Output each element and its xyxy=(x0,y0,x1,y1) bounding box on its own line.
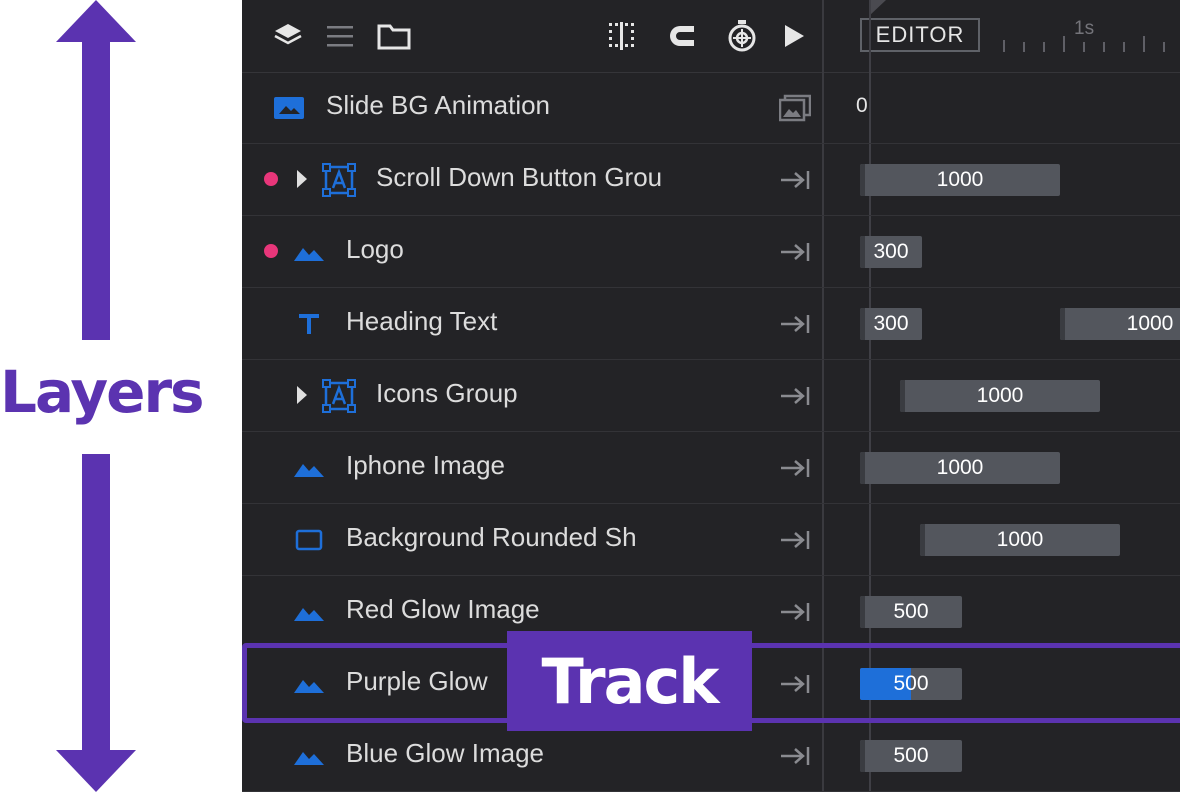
track-label: Track xyxy=(507,631,752,731)
layer-name: Icons Group xyxy=(376,378,518,408)
layer-row[interactable]: Heading Text 300 1000 xyxy=(242,288,1180,360)
bar-grip[interactable] xyxy=(900,380,905,412)
bar-grip[interactable] xyxy=(860,596,865,628)
timeline-bar[interactable]: 500 xyxy=(860,596,962,628)
layers-label: Layers xyxy=(0,358,205,426)
image-icon xyxy=(292,740,326,772)
align-end-icon[interactable] xyxy=(778,596,812,628)
layers-annotation: Layers xyxy=(0,0,242,792)
editor-button[interactable]: EDITOR xyxy=(860,18,980,52)
bar-grip[interactable] xyxy=(920,524,925,556)
bar-duration: 500 xyxy=(893,672,929,695)
layer-item[interactable]: Icons Group xyxy=(242,360,822,431)
timeline-bar[interactable]: 1000 xyxy=(900,380,1100,412)
stopwatch-icon[interactable] xyxy=(724,18,760,54)
image-icon xyxy=(292,236,326,268)
slide-bg-time: 0 xyxy=(856,94,868,117)
bar-duration: 500 xyxy=(893,744,929,767)
grid-snap-icon[interactable] xyxy=(604,18,640,54)
layers-toolbar xyxy=(242,0,822,73)
slide-bg-layer[interactable]: Slide BG Animation xyxy=(242,72,822,143)
bar-grip[interactable] xyxy=(860,740,865,772)
bar-duration: 500 xyxy=(893,600,929,623)
timeline-bar[interactable]: 1000 xyxy=(860,452,1060,484)
timeline-bar[interactable]: 1000 xyxy=(920,524,1120,556)
marker-dot-icon xyxy=(264,172,278,186)
align-end-icon[interactable] xyxy=(778,452,812,484)
bar-duration: 1000 xyxy=(976,384,1024,407)
bar-duration: 1000 xyxy=(1126,312,1174,335)
play-icon[interactable] xyxy=(776,18,812,54)
timeline-bar[interactable]: 300 xyxy=(860,308,922,340)
layer-item[interactable]: Scroll Down Button Grou xyxy=(242,144,822,215)
align-end-icon[interactable] xyxy=(778,236,812,268)
bar-grip[interactable] xyxy=(860,164,865,196)
layer-item[interactable]: Heading Text xyxy=(242,288,822,359)
arrow-down-icon xyxy=(56,750,136,792)
layer-name: Logo xyxy=(346,234,404,264)
arrow-shaft-top xyxy=(82,40,110,340)
magnet-icon[interactable] xyxy=(664,18,700,54)
timeline-bar[interactable]: 300 xyxy=(860,236,922,268)
bar-duration: 300 xyxy=(873,312,909,335)
layer-name: Red Glow Image xyxy=(346,594,540,624)
align-end-icon[interactable] xyxy=(778,524,812,556)
shape-icon xyxy=(292,524,326,556)
layer-item[interactable]: Background Rounded Sh xyxy=(242,504,822,575)
bar-duration: 1000 xyxy=(936,168,984,191)
layer-name: Background Rounded Sh xyxy=(346,522,637,552)
layer-name: Blue Glow Image xyxy=(346,738,544,768)
bar-grip[interactable] xyxy=(1060,308,1065,340)
text-icon xyxy=(292,308,326,340)
bar-grip[interactable] xyxy=(860,452,865,484)
timeline-ruler: EDITOR 1s xyxy=(824,0,1180,73)
slide-bg-row[interactable]: Slide BG Animation 0 xyxy=(242,72,1180,144)
folder-icon[interactable] xyxy=(376,18,412,54)
layer-item[interactable]: Iphone Image xyxy=(242,432,822,503)
group-icon xyxy=(322,163,356,197)
images-stack-icon[interactable] xyxy=(778,92,812,124)
layers-icon[interactable] xyxy=(270,18,306,54)
layer-row[interactable]: Icons Group 1000 xyxy=(242,360,1180,432)
layer-row[interactable]: Logo 300 xyxy=(242,216,1180,288)
layer-row[interactable]: Background Rounded Sh 1000 xyxy=(242,504,1180,576)
align-end-icon[interactable] xyxy=(778,740,812,772)
bar-grip[interactable] xyxy=(860,236,865,268)
align-end-icon[interactable] xyxy=(778,308,812,340)
arrow-up-icon xyxy=(56,0,136,42)
image-icon xyxy=(292,596,326,628)
align-end-icon[interactable] xyxy=(778,380,812,412)
layer-name: Scroll Down Button Grou xyxy=(376,162,663,192)
layer-row[interactable]: Scroll Down Button Grou 1000 xyxy=(242,144,1180,216)
bar-duration: 1000 xyxy=(996,528,1044,551)
image-icon xyxy=(272,92,306,124)
timeline-bar[interactable]: 500 xyxy=(860,740,962,772)
layer-name: Iphone Image xyxy=(346,450,506,480)
marker-dot-icon xyxy=(264,244,278,258)
list-icon[interactable] xyxy=(322,18,358,54)
group-icon xyxy=(322,379,356,413)
layer-row[interactable]: Iphone Image 1000 xyxy=(242,432,1180,504)
expand-arrow-icon[interactable] xyxy=(297,386,307,404)
timeline-bar[interactable]: 1000 xyxy=(1060,308,1180,340)
bar-grip[interactable] xyxy=(860,308,865,340)
slide-bg-label: Slide BG Animation xyxy=(326,90,551,120)
layer-name: Heading Text xyxy=(346,306,498,336)
layer-item[interactable]: Logo xyxy=(242,216,822,287)
expand-arrow-icon[interactable] xyxy=(297,170,307,188)
arrow-shaft-bottom xyxy=(82,454,110,754)
bar-duration: 1000 xyxy=(936,456,984,479)
image-icon xyxy=(292,452,326,484)
ruler-label: 1s xyxy=(1074,18,1095,39)
align-end-icon[interactable] xyxy=(778,164,812,196)
bar-duration: 300 xyxy=(873,240,909,263)
timeline-bar[interactable]: 1000 xyxy=(860,164,1060,196)
